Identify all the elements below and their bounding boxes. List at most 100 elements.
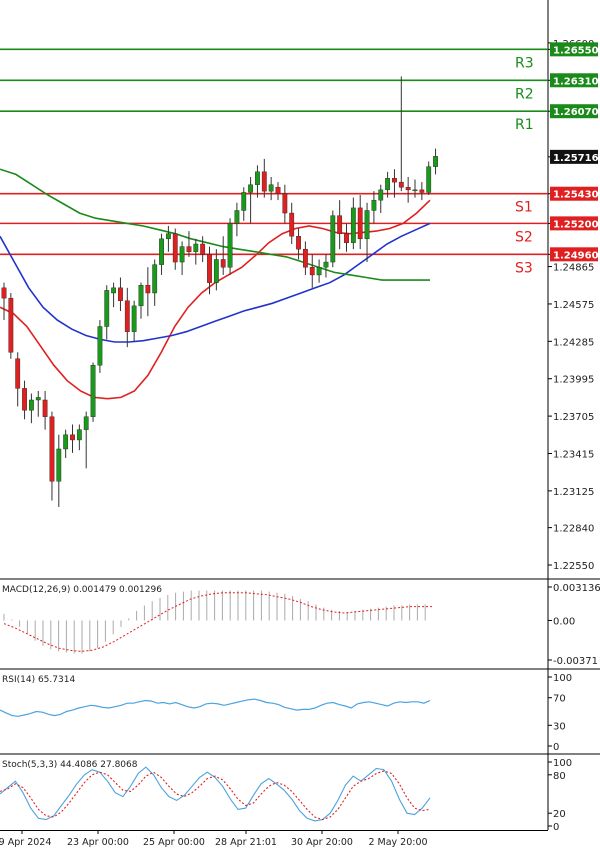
stoch-k-line	[0, 766, 431, 822]
candle-body	[42, 399, 48, 417]
candle-body	[83, 416, 89, 430]
candle-body	[138, 285, 144, 307]
candle-body	[22, 388, 27, 411]
candle-body	[357, 207, 363, 240]
candle-body	[316, 267, 322, 276]
y-tick-label: 1.24865	[553, 263, 594, 274]
candle-body	[145, 285, 151, 294]
level-price-label: 1.26550	[553, 45, 599, 56]
level-name-label: S2	[515, 229, 533, 245]
candle-body	[405, 187, 411, 191]
candle-body	[104, 290, 110, 327]
y-tick-label: 1.24575	[553, 300, 594, 311]
candle-body	[35, 397, 41, 401]
rsi-line	[0, 698, 431, 717]
stoch-y-tick-label: 100	[553, 758, 572, 769]
x-tick-label: 23 Apr 00:00	[67, 837, 129, 848]
current-price-label: 1.25716	[553, 153, 599, 164]
level-price-label: 1.24960	[553, 250, 599, 261]
candle-body	[261, 171, 267, 192]
candle-body	[179, 246, 185, 263]
level-name-label: R1	[515, 117, 534, 133]
candle-body	[29, 399, 34, 411]
candle-body	[70, 434, 75, 441]
candle-body	[90, 364, 96, 417]
candle-body	[97, 326, 103, 366]
y-tick-label: 1.22550	[553, 561, 594, 572]
candle-body	[111, 287, 117, 294]
candle-body	[330, 215, 336, 263]
y-tick-label: 1.23125	[553, 487, 594, 498]
candle-body	[350, 207, 356, 243]
candle-body	[207, 254, 212, 283]
stoch-y-tick-label: 80	[553, 771, 566, 782]
candle-body	[63, 434, 69, 450]
y-tick-label: 1.23995	[553, 375, 594, 386]
candle-body	[186, 246, 192, 252]
candle-body	[248, 184, 253, 193]
rsi-y-tick-label: 100	[553, 673, 572, 684]
stoch-y-tick-label: 0	[553, 822, 559, 833]
candle-body	[193, 243, 199, 252]
candle-body	[275, 187, 281, 194]
candle-body	[296, 236, 301, 250]
candle-body	[303, 248, 308, 268]
level-name-label: R3	[515, 55, 534, 71]
candle-body	[433, 156, 438, 167]
candle-body	[131, 305, 137, 332]
x-tick-label: 19 Apr 2024	[0, 837, 51, 848]
candle-body	[1, 287, 7, 299]
level-price-label: 1.25200	[553, 219, 599, 230]
candle-body	[172, 233, 178, 263]
candle-body	[124, 300, 130, 332]
x-tick-label: 28 Apr 21:01	[215, 837, 277, 848]
candle-body	[268, 184, 274, 192]
x-tick-label: 2 May 20:00	[368, 837, 427, 848]
macd-signal-line	[3, 592, 432, 652]
macd-y-tick-label: 0.00	[553, 616, 575, 627]
macd-y-tick-label: 0.003136	[553, 583, 600, 594]
y-tick-label: 1.24285	[553, 337, 594, 348]
level-name-label: R2	[515, 86, 534, 102]
candle-body	[200, 243, 206, 255]
candle-body	[227, 223, 233, 268]
candle-body	[337, 215, 343, 234]
candle-body	[165, 233, 171, 240]
candle-body	[56, 448, 62, 482]
stoch-d-line	[0, 770, 431, 821]
macd-legend: MACD(12,26,9) 0.001479 0.001296	[2, 585, 162, 595]
candle-body	[419, 189, 425, 193]
stoch-legend: Stoch(5,3,3) 44.4086 27.8068	[2, 760, 138, 770]
rsi-legend: RSI(14) 65.7314	[2, 675, 75, 685]
candle-body	[241, 192, 247, 211]
candle-body	[289, 212, 295, 237]
candle-body	[152, 264, 158, 294]
candle-body	[392, 178, 397, 183]
candle-body	[8, 297, 14, 353]
level-name-label: S1	[515, 200, 533, 216]
candle-body	[76, 429, 82, 441]
rsi-y-tick-label: 70	[553, 694, 566, 705]
stoch-y-tick-label: 20	[553, 809, 566, 820]
candle-body	[49, 416, 55, 482]
level-name-label: S3	[515, 260, 533, 276]
candle-body	[213, 259, 219, 283]
candle-body	[412, 189, 418, 192]
candle-body	[234, 210, 240, 224]
candle-body	[309, 267, 315, 276]
y-tick-label: 1.23705	[553, 412, 594, 423]
y-tick-label: 1.23415	[553, 449, 594, 460]
level-price-label: 1.25430	[553, 190, 599, 201]
level-price-label: 1.26310	[553, 76, 599, 87]
x-tick-label: 30 Apr 20:00	[291, 837, 353, 848]
trading-chart: 1.266001.265501.263101.260701.257161.254…	[0, 0, 600, 848]
candle-body	[426, 166, 432, 193]
macd-y-tick-label: -0.00371	[553, 656, 598, 667]
candle-body	[385, 178, 390, 191]
candle-body	[323, 261, 329, 268]
candle-body	[220, 259, 226, 268]
candle-body	[364, 210, 370, 240]
candle-body	[398, 181, 404, 188]
level-price-label: 1.26070	[553, 107, 599, 118]
candle-body	[371, 199, 377, 211]
